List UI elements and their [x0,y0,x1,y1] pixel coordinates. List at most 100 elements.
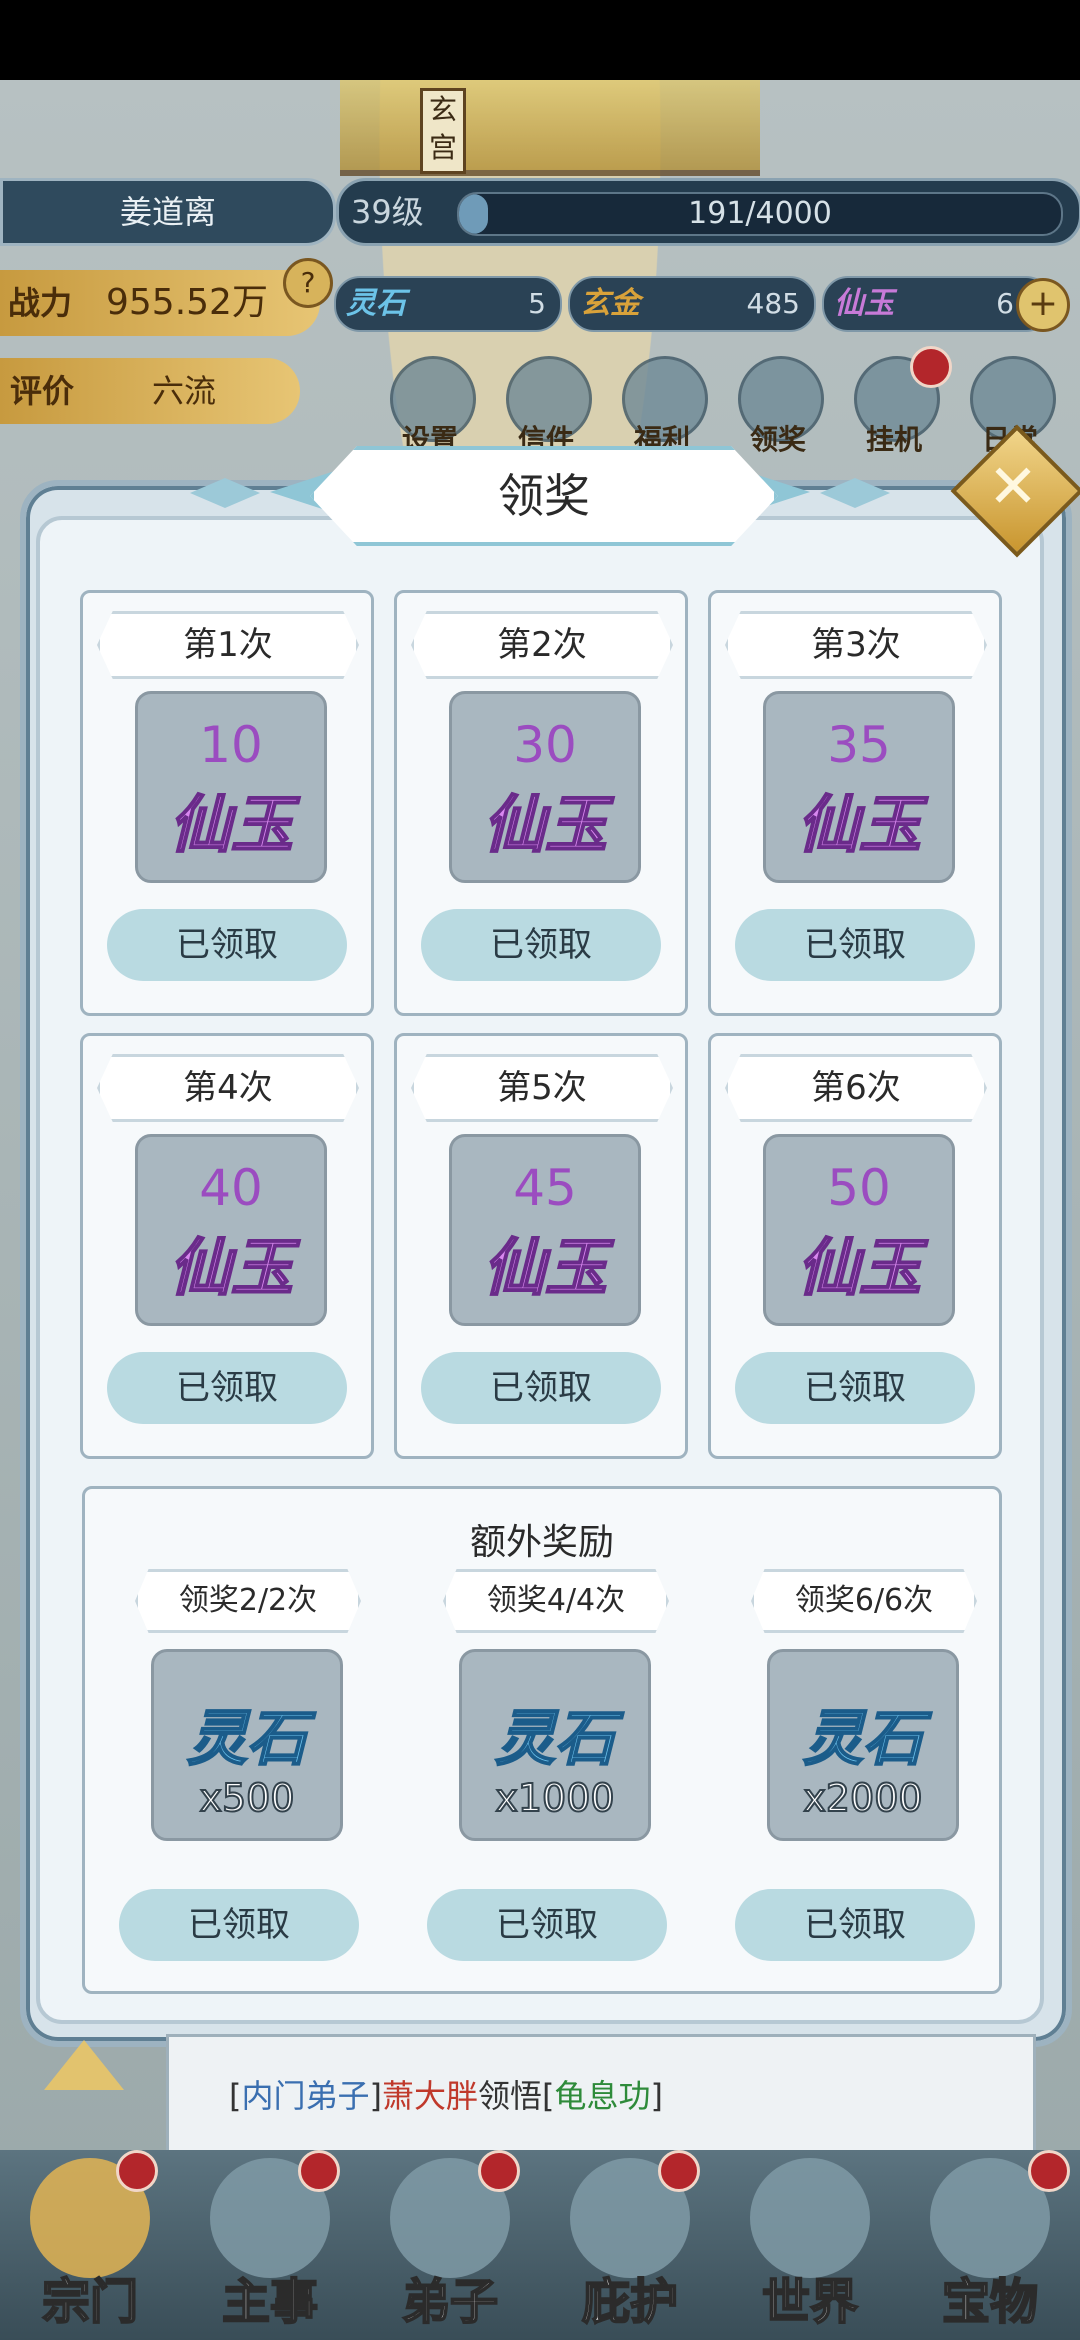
nav-label: 宝物 [941,2273,1039,2331]
bonus-reward-1: 领奖2/2次 灵石 x500 已领取 [115,1569,375,1969]
xianyu-icon[interactable]: 30 仙玉 [449,691,641,883]
bonus-item: 灵石 [494,1703,616,1775]
nav-disciples[interactable]: 弟子 [360,2150,540,2340]
menu-mail[interactable]: 信件 [496,352,596,456]
reward-card-3: 第3次 35 仙玉 已领取 [708,590,1002,1016]
xianyu-icon[interactable]: 45 仙玉 [449,1134,641,1326]
claimed-button[interactable]: 已领取 [427,1889,667,1961]
menu-label: 挂机 [865,423,922,456]
menu-idle[interactable]: 挂机 [844,346,952,456]
claimed-button[interactable]: 已领取 [735,909,975,981]
menu-welfare[interactable]: 福利 [612,352,712,456]
rating-value: 六流 [152,372,217,410]
reward-card-2: 第2次 30 仙玉 已领取 [394,590,688,1016]
claimed-button[interactable]: 已领取 [735,1352,975,1424]
chat-ticker[interactable]: [内门弟子]萧大胖领悟[龟息功] [166,2034,1036,2158]
reward-item: 仙玉 [796,787,922,862]
bonus-title: 额外奖励 [469,1522,614,1563]
level-bar: 39级 191/4000 [336,178,1080,246]
bonus-item: 灵石 [186,1703,308,1775]
chat-person: 萧大胖 [381,2077,478,2115]
xp-progress-bar: 191/4000 [457,192,1063,236]
reward-amount: 35 [827,716,891,774]
reward-card-4: 第4次 40 仙玉 已领取 [80,1033,374,1459]
bonus-reward-3: 领奖6/6次 灵石 x2000 已领取 [731,1569,991,1969]
resource-bar: 灵石 5 玄金 485 仙玉 6 [334,276,1070,332]
reward-item: 仙玉 [168,1230,294,1305]
notification-dot [910,346,952,388]
world-scroll-icon [750,2158,870,2278]
claim-label: 已领取 [804,1905,906,1945]
reward-tag-label: 第5次 [497,1068,587,1108]
bottom-nav: 宗门 主事 弟子 庇护 世界 宝物 [0,2150,1080,2340]
nav-affairs[interactable]: 主事 [180,2150,360,2340]
spirit-stone-icon[interactable]: 灵石 x2000 [767,1649,959,1841]
xianyu-icon[interactable]: 10 仙玉 [135,691,327,883]
bonus-tag-label: 领奖4/4次 [486,1583,626,1618]
resource-spirit-stone: 灵石 5 [334,276,562,332]
player-name-bar[interactable]: 姜道离 [0,178,336,246]
bonus-reward-2: 领奖4/4次 灵石 x1000 已领取 [423,1569,683,1969]
bracket: [ [542,2077,555,2115]
reward-tag-label: 第1次 [183,625,273,665]
bonus-tag-label: 领奖6/6次 [794,1583,934,1618]
power-value: 955.52万 [106,282,268,323]
claimed-button[interactable]: 已领取 [735,1889,975,1961]
claim-label: 已领取 [496,1905,598,1945]
xp-text: 191/4000 [688,196,832,231]
reward-amount: 50 [827,1159,891,1217]
bonus-item: 灵石 [802,1703,924,1775]
claim-label: 已领取 [490,925,592,965]
menu-settings[interactable]: 设置 [380,352,480,456]
reward-tag: 第3次 [725,611,987,679]
claim-label: 已领取 [176,925,278,965]
reward-tag-label: 第3次 [811,625,901,665]
nav-world[interactable]: 世界 [720,2150,900,2340]
reward-tag: 第2次 [411,611,673,679]
resource-value: 6 [996,287,1014,320]
nav-sect[interactable]: 宗门 [0,2150,180,2340]
bonus-tag: 领奖2/2次 [135,1569,361,1633]
bonus-qty: x2000 [802,1775,923,1821]
notification-dot [478,2150,520,2192]
status-bar [0,0,1080,80]
reward-tag-label: 第6次 [811,1068,901,1108]
dialog-title-ribbon: 领奖 [270,446,810,546]
reward-tag-label: 第4次 [183,1068,273,1108]
bonus-tag-label: 领奖2/2次 [178,1583,318,1618]
claimed-button[interactable]: 已领取 [119,1889,359,1961]
notification-dot [116,2150,158,2192]
reward-tag: 第5次 [411,1054,673,1122]
nav-shelter[interactable]: 庇护 [540,2150,720,2340]
chat-message: [内门弟子]萧大胖领悟[龟息功] [229,2037,663,2155]
xianyu-icon[interactable]: 35 仙玉 [763,691,955,883]
reward-tag: 第6次 [725,1054,987,1122]
claimed-button[interactable]: 已领取 [421,909,661,981]
close-button[interactable]: ✕ [950,424,1080,558]
xianyu-icon[interactable]: 50 仙玉 [763,1134,955,1326]
claim-label: 已领取 [188,1905,290,1945]
add-currency-button[interactable]: + [1016,278,1070,332]
temple-sign: 玄宫 [420,88,466,174]
bonus-qty: x500 [198,1775,295,1821]
resource-value: 485 [746,287,800,320]
menu-rewards[interactable]: 领奖 [728,352,828,456]
bonus-tag: 领奖6/6次 [751,1569,977,1633]
claimed-button[interactable]: 已领取 [107,909,347,981]
xianyu-icon[interactable]: 40 仙玉 [135,1134,327,1326]
spirit-stone-icon[interactable]: 灵石 x500 [151,1649,343,1841]
claimed-button[interactable]: 已领取 [421,1352,661,1424]
chat-rank: 内门弟子 [241,2077,370,2115]
notification-dot [298,2150,340,2192]
spirit-stone-icon[interactable]: 灵石 x1000 [459,1649,651,1841]
claimed-button[interactable]: 已领取 [107,1352,347,1424]
nav-treasure[interactable]: 宝物 [900,2150,1080,2340]
temple-roof [340,80,760,176]
reward-amount: 45 [513,1159,577,1217]
reward-tag: 第1次 [97,611,359,679]
reward-amount: 40 [199,1159,263,1217]
reward-card-5: 第5次 45 仙玉 已领取 [394,1033,688,1459]
notification-dot [1028,2150,1070,2192]
help-button[interactable]: ? [283,258,333,308]
reward-item: 仙玉 [168,787,294,862]
